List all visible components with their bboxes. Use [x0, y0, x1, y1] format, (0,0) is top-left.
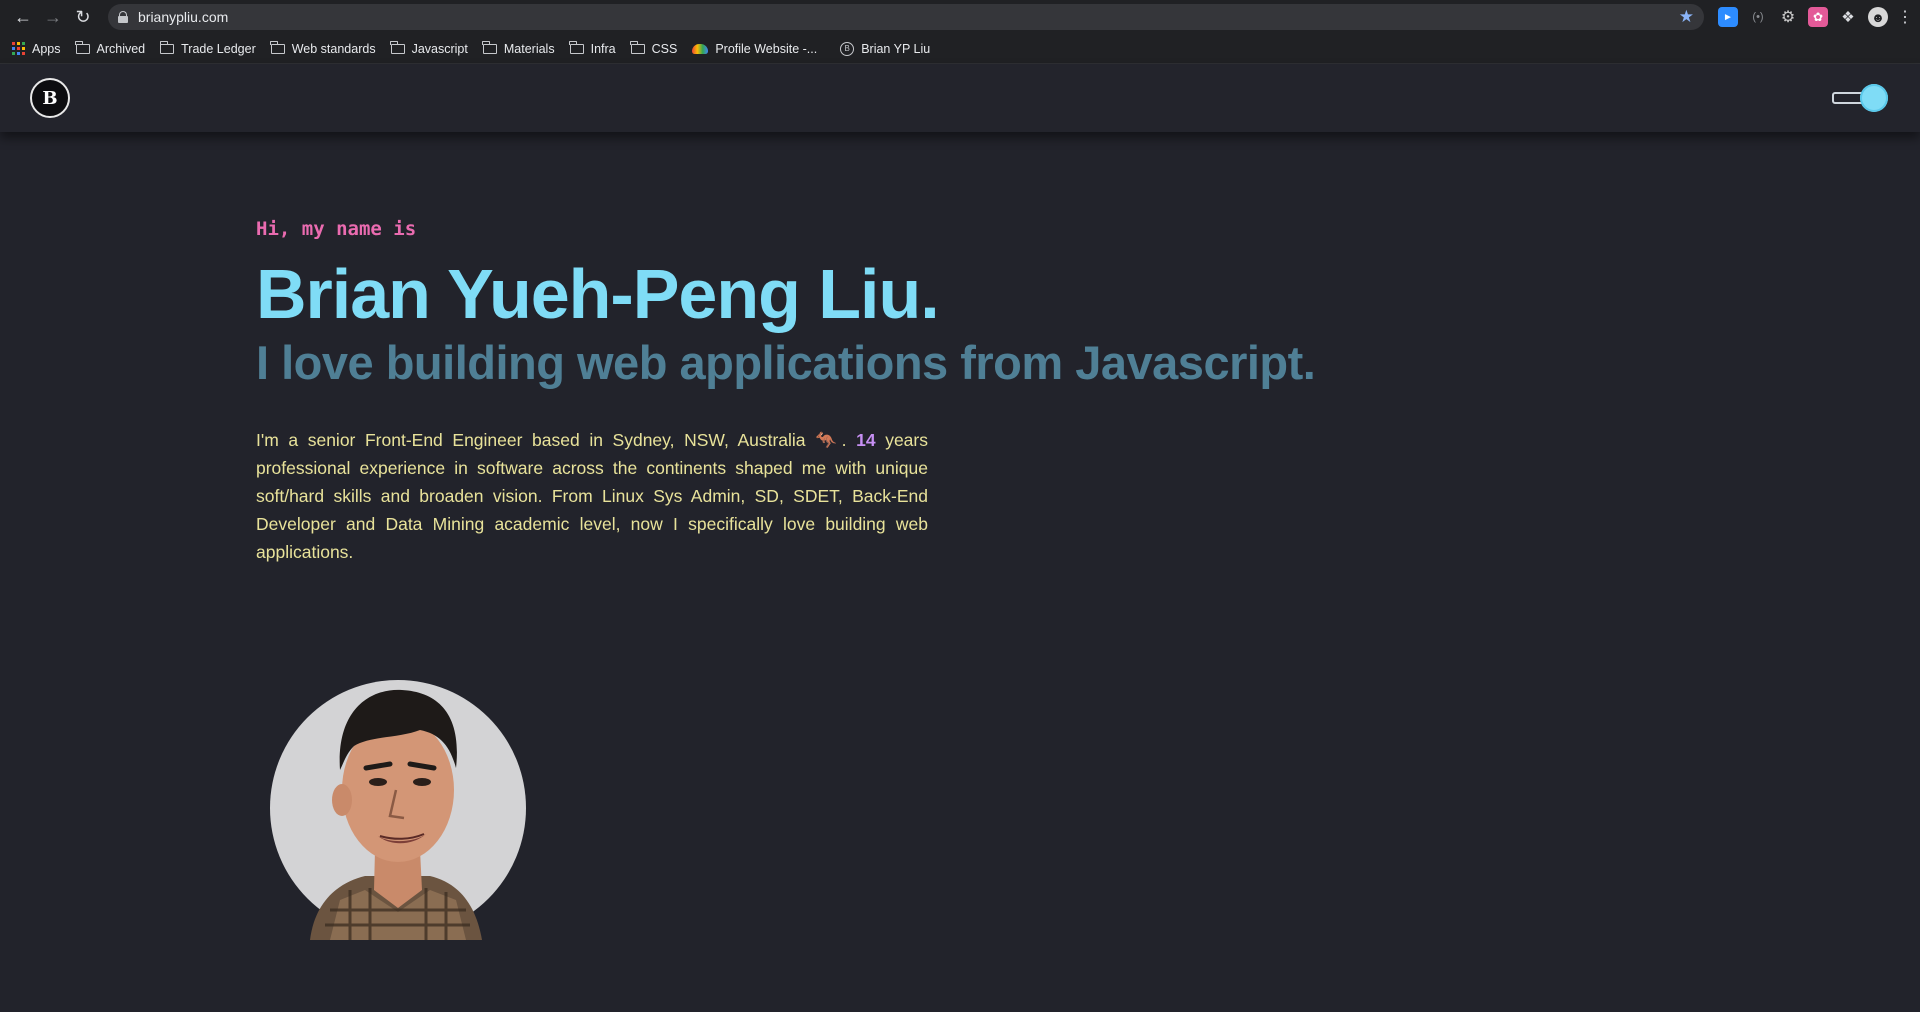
bio-years: 14	[856, 430, 876, 450]
bookmark-materials[interactable]: Materials	[482, 40, 555, 56]
gear-extension-icon[interactable]: ⚙	[1778, 7, 1798, 27]
bookmark-brian-yp-liu[interactable]: B Brian YP Liu	[840, 41, 931, 56]
bookmark-trade-ledger[interactable]: Trade Ledger	[159, 40, 256, 56]
flower-extension-icon[interactable]: ✿	[1808, 7, 1828, 27]
bio-text-start: I'm a senior Front-End Engineer based in…	[256, 430, 857, 450]
folder-icon	[630, 40, 645, 54]
hero-name: Brian Yueh-Peng Liu.	[256, 255, 940, 333]
zoom-extension-icon[interactable]: ►	[1718, 7, 1738, 27]
site-logo-icon: B	[840, 41, 855, 56]
lock-icon	[118, 11, 128, 23]
bookmark-label: Brian YP Liu	[861, 41, 931, 56]
bookmark-css[interactable]: CSS	[630, 40, 678, 56]
browser-toolbar: ← → ↻ brianypliu.com ★ ► (•) ⚙ ✿ ❖ ☻ ⋮	[0, 0, 1920, 34]
hero-section: Hi, my name is Brian Yueh-Peng Liu. I lo…	[0, 132, 1920, 940]
toggle-knob-icon	[1860, 84, 1888, 112]
bookmark-infra[interactable]: Infra	[569, 40, 616, 56]
bookmark-label: Trade Ledger	[181, 41, 256, 56]
bookmark-label: Archived	[96, 41, 146, 56]
cloud-icon	[692, 43, 709, 54]
mic-extension-icon[interactable]: (•)	[1748, 7, 1768, 27]
folder-icon	[569, 40, 584, 54]
bookmark-archived[interactable]: Archived	[75, 40, 146, 56]
apps-grid-icon	[12, 42, 25, 55]
avatar-portrait-icon	[310, 689, 482, 940]
bookmark-javascript[interactable]: Javascript	[390, 40, 468, 56]
address-bar[interactable]: brianypliu.com ★	[108, 4, 1704, 30]
bookmark-apps[interactable]: Apps	[12, 42, 61, 56]
bookmark-label: Materials	[503, 41, 555, 56]
bookmark-label: Apps	[32, 41, 61, 56]
bookmark-label: CSS	[651, 41, 678, 56]
reload-icon[interactable]: ↻	[68, 2, 98, 32]
back-icon[interactable]: ←	[8, 2, 38, 32]
bookmark-label: Web standards	[291, 41, 376, 56]
forward-icon[interactable]: →	[38, 2, 68, 32]
folder-icon	[482, 40, 497, 54]
site-header: B	[0, 64, 1920, 132]
bookmark-star-icon[interactable]: ★	[1679, 7, 1694, 27]
folder-icon	[390, 40, 405, 54]
profile-avatar-icon[interactable]: ☻	[1868, 7, 1888, 27]
hero-tagline: I love building web applications from Ja…	[256, 336, 1316, 389]
folder-icon	[75, 40, 90, 54]
bio-paragraph: I'm a senior Front-End Engineer based in…	[256, 426, 928, 566]
greeting: Hi, my name is	[256, 218, 417, 240]
bookmark-web-standards[interactable]: Web standards	[270, 40, 376, 56]
bookmark-label: Profile Website -...	[715, 41, 818, 56]
site-logo[interactable]: B	[30, 78, 70, 118]
browser-menu-icon[interactable]: ⋮	[1897, 7, 1913, 27]
bookmark-label: Javascript	[411, 41, 468, 56]
bookmark-label: Infra	[590, 41, 616, 56]
folder-icon	[270, 40, 285, 54]
extensions-puzzle-icon[interactable]: ❖	[1838, 7, 1858, 27]
theme-toggle[interactable]	[1832, 84, 1888, 112]
bookmarks-bar: Apps Archived Trade Ledger Web standards…	[0, 34, 1920, 64]
url-text: brianypliu.com	[138, 9, 229, 25]
avatar	[270, 650, 526, 940]
folder-icon	[159, 40, 175, 54]
bookmark-profile-website[interactable]: Profile Website -...	[692, 42, 817, 56]
extensions-bar: ► (•) ⚙ ✿ ❖ ☻ ⋮	[1718, 7, 1913, 27]
